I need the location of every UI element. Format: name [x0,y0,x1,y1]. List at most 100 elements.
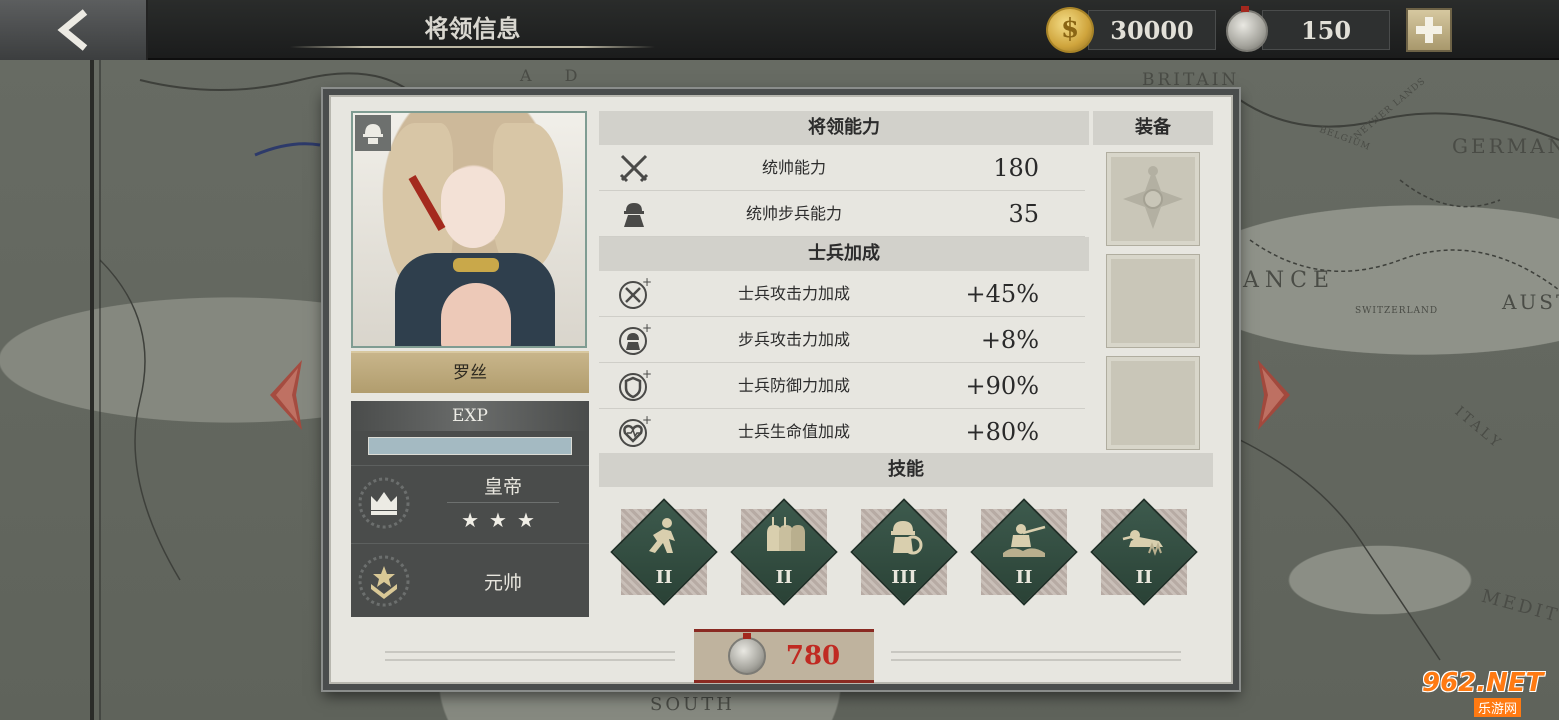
stat-value: 35 [1008,200,1039,228]
stat-value: 180 [993,154,1039,182]
stat-value: +80% [965,418,1039,446]
crown-icon [357,476,411,530]
health-bonus-icon: + [619,415,651,447]
stat-row-infantry-command: 统帅步兵能力 35 [599,191,1085,237]
crossed-swords-icon [619,154,649,183]
gold-coin-icon: $ [1046,7,1094,53]
stat-label: 士兵防御力加成 [737,376,850,395]
back-arrow-icon [57,9,88,51]
next-general-button[interactable] [1256,360,1292,430]
gold-counter: 30000 [1088,10,1216,50]
svg-text:+: + [642,323,651,335]
order-medal-icon [1123,166,1183,229]
crawl-skill-icon [1122,530,1163,556]
stat-value: +45% [965,280,1039,308]
map-label-austria: AUST [1502,290,1559,314]
skill-level: II [1135,567,1153,588]
soldier-bonus-header: 士兵加成 [599,237,1089,271]
stat-row-health-bonus: + 士兵生命值加成 +80% [599,409,1085,455]
title-divider [447,502,559,503]
skill-level: III [891,567,917,588]
stat-row-command: 统帅能力 180 [599,145,1085,191]
rifleman-skill-icon [1003,524,1046,557]
attack-bonus-icon: + [619,277,651,309]
gold-amount: 30000 [1110,15,1194,45]
medal-amount: 150 [1300,15,1352,45]
svg-text:+: + [642,369,651,381]
general-info-panel: 罗丝 EXP 皇帝 ★★★ 元帅 将领能力 统帅能力 180 统帅步兵能力 35… [323,89,1239,690]
map-label-france: ANCE [1243,268,1336,293]
top-bar: 将领信息 30000 $ 150 [0,0,1559,60]
watermark-logo: 962.NET [1422,668,1544,698]
stat-label: 统帅步兵能力 [745,204,842,223]
chevron-left-icon [270,360,302,430]
stat-row-infantry-attack-bonus: + 步兵攻击力加成 +8% [599,317,1085,363]
svg-text:+: + [642,277,651,289]
equipment-slot-empty[interactable] [1106,356,1200,450]
stats-panel: 将领能力 统帅能力 180 统帅步兵能力 35 士兵加成 + 士兵攻击力加成 +… [599,111,1089,455]
map-label-south: SOUTH [650,694,735,715]
general-portrait [351,111,587,348]
equipment-slot-empty[interactable] [1106,254,1200,348]
stat-row-defense-bonus: + 士兵防御力加成 +90% [599,363,1085,409]
stat-label: 统帅能力 [761,158,826,177]
add-currency-button[interactable] [1406,8,1452,52]
site-watermark: 962.NET 乐游网 [1422,668,1556,717]
marshal-insignia-icon [357,554,411,608]
map-label-ad: A D [520,66,592,85]
exp-progress-fill [369,438,571,454]
skill-slot[interactable]: II [729,497,839,607]
previous-general-button[interactable] [268,360,304,430]
stat-value: +90% [965,372,1039,400]
skill-level: II [655,567,673,588]
cost-amount: 780 [785,641,841,671]
infantry-helmet-icon [363,124,383,144]
title-row: 皇帝 ★★★ [351,465,589,539]
equipment-slot-medal[interactable] [1106,152,1200,246]
medal-icon [1226,6,1268,52]
stat-value: +8% [980,326,1039,354]
plus-icon [1416,17,1442,43]
general-rank-panel: EXP 皇帝 ★★★ 元帅 [351,401,589,617]
exp-progress-bar [368,437,572,455]
chevron-right-icon [1258,360,1290,430]
formation-skill-icon [767,517,805,551]
skill-slot[interactable]: III [849,497,959,607]
map-label-germany: GERMANY [1452,134,1559,158]
skill-slot[interactable]: II [1089,497,1199,607]
military-rank: 元帅 [483,572,522,594]
page-title: 将领信息 [424,15,521,43]
title-underline [290,46,655,48]
military-rank-row: 元帅 [351,543,589,617]
infantry-icon [624,203,644,227]
medal-icon [727,633,766,675]
decorative-line [385,651,675,661]
unit-type-badge [355,115,391,151]
map-label-britain: BRITAIN [1142,70,1240,90]
svg-text:+: + [642,415,651,427]
decorative-line [891,651,1181,661]
portrait-collar [453,258,499,272]
stat-row-attack-bonus: + 士兵攻击力加成 +45% [599,271,1085,317]
stat-label: 士兵攻击力加成 [737,284,850,303]
portrait-chest [441,283,511,346]
skills-header: 技能 [599,453,1213,487]
stat-label: 士兵生命值加成 [737,422,850,441]
star-rating: ★★★ [461,508,545,532]
charge-skill-icon [649,518,675,553]
gold-symbol: $ [1060,14,1080,44]
infantry-attack-bonus-icon: + [619,323,651,355]
skill-level: II [1015,567,1033,588]
noble-title: 皇帝 [483,476,522,498]
exp-label: EXP [351,401,589,431]
defense-bonus-icon: + [619,369,651,401]
skill-slot[interactable]: II [609,497,719,607]
skill-slot[interactable]: II [969,497,1079,607]
stat-label: 步兵攻击力加成 [737,330,850,349]
equipment-header: 装备 [1093,111,1213,145]
back-button[interactable] [0,0,148,60]
command-ability-header: 将领能力 [599,111,1089,145]
watermark-subtitle: 乐游网 [1474,698,1522,717]
upgrade-cost-button[interactable]: 780 [694,629,874,683]
skill-level: II [775,567,793,588]
